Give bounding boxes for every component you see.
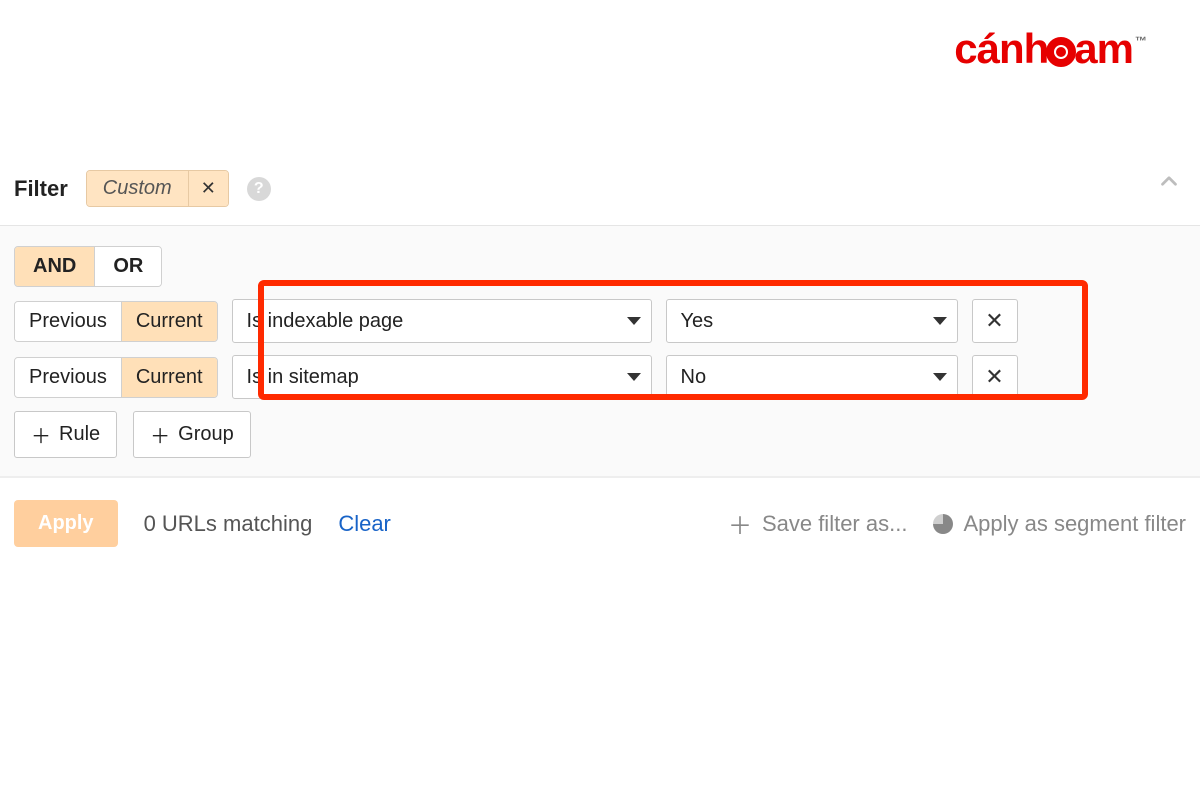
rule-field-value: Is indexable page [247, 310, 404, 333]
close-icon: ✕ [985, 308, 1003, 334]
filter-chip: Custom ✕ [86, 170, 229, 207]
apply-as-segment-button[interactable]: Apply as segment filter [933, 511, 1186, 537]
version-previous[interactable]: Previous [15, 358, 121, 397]
rule-delete-button[interactable]: ✕ [972, 299, 1018, 343]
filter-chip-label: Custom [87, 171, 188, 206]
rule-field-select[interactable]: Is indexable page [232, 299, 652, 343]
logic-toggle: AND OR [14, 246, 162, 287]
filter-panel: Filter Custom ✕ ? AND OR Previous Curren… [0, 160, 1200, 571]
plus-icon: ＋ [150, 420, 170, 449]
version-toggle: Previous Current [14, 301, 218, 342]
version-previous[interactable]: Previous [15, 302, 121, 341]
add-buttons-row: ＋ Rule ＋ Group [14, 411, 1186, 458]
filter-label: Filter [14, 176, 68, 202]
version-toggle: Previous Current [14, 357, 218, 398]
filter-chip-remove[interactable]: ✕ [188, 171, 228, 206]
version-current[interactable]: Current [121, 302, 217, 341]
matching-count: 0 URLs matching [144, 511, 313, 537]
plus-icon: ＋ [31, 420, 51, 449]
rule-value-select[interactable]: No [666, 355, 958, 399]
chevron-down-icon [627, 317, 641, 325]
add-group-button[interactable]: ＋ Group [133, 411, 251, 458]
chevron-down-icon [933, 373, 947, 381]
rule-row: Previous Current Is indexable page Yes ✕ [14, 299, 1186, 343]
help-icon[interactable]: ? [247, 177, 271, 201]
brand-logo: cánh am ™ [954, 28, 1146, 70]
plus-icon: ＋ [728, 506, 752, 541]
chevron-down-icon [627, 373, 641, 381]
brand-word-b: am [1074, 28, 1133, 70]
add-rule-label: Rule [59, 423, 100, 446]
rule-value-text: No [681, 366, 707, 389]
add-rule-button[interactable]: ＋ Rule [14, 411, 117, 458]
save-filter-as-label: Save filter as... [762, 511, 908, 537]
filter-rules-area: AND OR Previous Current Is indexable pag… [0, 226, 1200, 477]
save-filter-as-button[interactable]: ＋ Save filter as... [728, 506, 908, 541]
collapse-toggle[interactable] [1156, 168, 1182, 199]
chevron-down-icon [933, 317, 947, 325]
close-icon: ✕ [985, 364, 1003, 390]
rule-field-value: Is in sitemap [247, 366, 359, 389]
apply-button[interactable]: Apply [14, 500, 118, 547]
rule-value-select[interactable]: Yes [666, 299, 958, 343]
version-current[interactable]: Current [121, 358, 217, 397]
filter-footer: Apply 0 URLs matching Clear ＋ Save filte… [0, 477, 1200, 571]
add-group-label: Group [178, 423, 234, 446]
pie-chart-icon [933, 514, 953, 534]
clear-link[interactable]: Clear [338, 511, 391, 537]
rule-row: Previous Current Is in sitemap No ✕ [14, 355, 1186, 399]
apply-as-segment-label: Apply as segment filter [963, 511, 1186, 537]
rule-delete-button[interactable]: ✕ [972, 355, 1018, 399]
close-icon: ✕ [201, 178, 216, 199]
brand-trademark: ™ [1135, 34, 1146, 48]
brand-word-a: cánh [954, 28, 1048, 70]
filter-panel-header: Filter Custom ✕ ? [0, 160, 1200, 226]
logic-and[interactable]: AND [15, 247, 94, 286]
chevron-up-icon [1156, 168, 1182, 194]
logic-or[interactable]: OR [94, 247, 161, 286]
rule-value-text: Yes [681, 310, 714, 333]
brand-o-icon [1046, 37, 1076, 67]
rule-field-select[interactable]: Is in sitemap [232, 355, 652, 399]
